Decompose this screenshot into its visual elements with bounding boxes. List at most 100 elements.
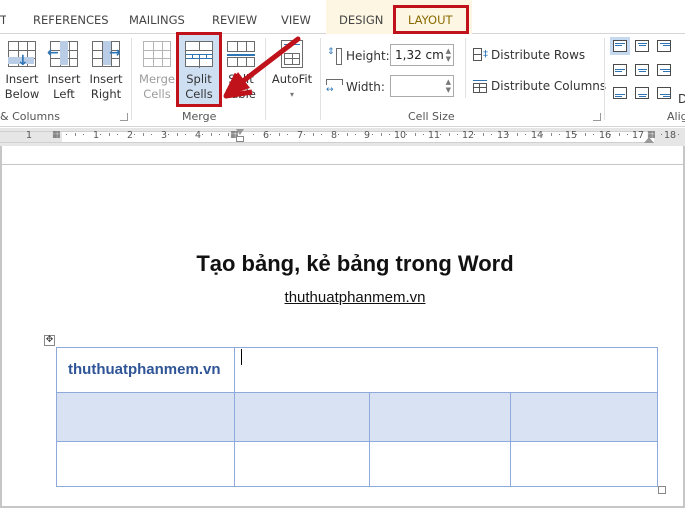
table-resize-handle-icon[interactable] xyxy=(658,486,666,494)
align-top-right-button[interactable] xyxy=(654,37,674,55)
table-cell[interactable] xyxy=(56,441,235,487)
tab-home-partial[interactable]: T xyxy=(0,0,6,34)
ruler-number: 4 xyxy=(195,130,202,141)
ruler-tick xyxy=(109,133,110,136)
align-bottom-left-button[interactable] xyxy=(610,84,630,102)
rows-columns-launcher-icon[interactable] xyxy=(120,113,128,121)
layout-tab-highlight-box xyxy=(393,5,469,34)
merge-cells-icon xyxy=(142,40,172,68)
distribute-rows-icon: ‡ xyxy=(473,48,488,62)
insert-left-label-2: Left xyxy=(53,87,75,101)
ruler-tick xyxy=(457,134,458,135)
table-cell[interactable] xyxy=(510,441,658,487)
table-cell[interactable] xyxy=(234,441,370,487)
autofit-label: AutoFit xyxy=(271,72,313,86)
right-indent-marker-icon[interactable] xyxy=(644,137,654,143)
ruler-number: 12 xyxy=(462,130,475,141)
align-center-button[interactable] xyxy=(632,61,652,79)
page-top-edge xyxy=(0,164,685,165)
ruler-tick xyxy=(202,134,203,135)
table-cell[interactable] xyxy=(369,392,511,442)
ruler-number: 13 xyxy=(497,130,510,141)
align-bottom-center-button[interactable] xyxy=(632,84,652,102)
insert-right-icon: → xyxy=(91,40,121,68)
ruler-tick xyxy=(117,134,118,135)
align-center-right-button[interactable] xyxy=(654,61,674,79)
align-center-right-icon xyxy=(657,64,671,76)
distribute-rows-button[interactable]: ‡ Distribute Rows xyxy=(473,48,585,62)
table-cell[interactable] xyxy=(234,392,370,442)
table-move-handle-icon[interactable]: ✥ xyxy=(44,335,55,346)
text-direction-partial[interactable]: D xyxy=(678,92,685,106)
row-height-icon: ⇕ xyxy=(327,48,343,66)
column-marker-icon[interactable]: ▦ xyxy=(52,130,61,140)
tab-references[interactable]: REFERENCES xyxy=(33,0,109,34)
ruler-tick xyxy=(525,134,526,135)
ruler-number: 1 xyxy=(26,130,33,141)
distribute-columns-button[interactable]: Distribute Columns xyxy=(473,79,606,93)
table-cell[interactable] xyxy=(369,441,511,487)
ribbon: ↓ Insert Below ← Insert Left → Insert Ri… xyxy=(0,34,685,127)
distribute-rows-label: Distribute Rows xyxy=(491,48,586,62)
insert-below-button[interactable]: ↓ Insert Below xyxy=(3,38,41,108)
ruler-tick xyxy=(83,134,84,135)
distribute-columns-icon xyxy=(473,79,487,93)
table-cell[interactable] xyxy=(510,392,658,442)
ruler-tick xyxy=(75,133,76,136)
page-left-edge xyxy=(0,146,2,508)
ruler-tick xyxy=(576,134,577,135)
align-top-left-button[interactable] xyxy=(610,37,630,55)
ruler-tick xyxy=(177,133,178,136)
document-title[interactable]: Tạo bảng, kẻ bảng trong Word xyxy=(0,251,685,277)
merge-cells-button[interactable]: Merge Cells xyxy=(138,38,176,108)
tab-mailings[interactable]: MAILINGS xyxy=(129,0,185,34)
table-cell[interactable]: thuthuatphanmem.vn xyxy=(56,347,235,393)
width-input[interactable]: ▲ ▼ xyxy=(390,75,454,97)
table-cell[interactable] xyxy=(234,347,658,393)
split-table-icon xyxy=(226,40,256,68)
split-cells-highlight-box xyxy=(176,32,222,107)
align-center-left-button[interactable] xyxy=(610,61,630,79)
tab-view[interactable]: VIEW xyxy=(281,0,311,34)
tab-review[interactable]: REVIEW xyxy=(212,0,257,34)
ruler-tick xyxy=(449,133,450,136)
document-subtitle-link[interactable]: thuthuatphanmem.vn xyxy=(0,289,685,306)
ruler-number: 18 xyxy=(664,130,677,141)
ruler-tick xyxy=(661,134,662,135)
indent-marker-icon[interactable] xyxy=(235,128,245,146)
split-table-label-2: Table xyxy=(226,87,256,101)
height-spinner[interactable]: ▲ ▼ xyxy=(446,47,451,63)
merge-cells-label-1: Merge xyxy=(139,72,175,86)
align-bottom-right-icon xyxy=(657,87,671,99)
width-spinner[interactable]: ▲ ▼ xyxy=(446,78,451,94)
split-table-button[interactable]: Split Table xyxy=(222,38,260,108)
align-center-left-icon xyxy=(613,64,627,76)
insert-left-button[interactable]: ← Insert Left xyxy=(45,38,83,108)
ruler-number: 1 xyxy=(93,130,100,141)
height-input[interactable]: 1,32 cm ▲ ▼ xyxy=(390,44,454,66)
height-value: 1,32 cm xyxy=(395,48,444,62)
autofit-button[interactable]: AutoFit ▾ xyxy=(270,38,314,108)
ruler-tick xyxy=(355,134,356,135)
ruler-number: 16 xyxy=(599,130,612,141)
insert-below-label-1: Insert xyxy=(5,72,39,86)
align-top-center-button[interactable] xyxy=(632,37,652,55)
ruler-number: 9 xyxy=(364,130,371,141)
ruler-tick xyxy=(347,133,348,136)
insert-left-label-1: Insert xyxy=(47,72,81,86)
insert-right-label-1: Insert xyxy=(89,72,123,86)
ruler-tick xyxy=(168,134,169,135)
cell-size-launcher-icon[interactable] xyxy=(593,113,601,121)
align-bottom-right-button[interactable] xyxy=(654,84,674,102)
ruler-tick xyxy=(593,134,594,135)
text-cursor xyxy=(241,349,242,365)
ruler-tick xyxy=(474,134,475,135)
ruler-tick xyxy=(287,134,288,135)
insert-right-button[interactable]: → Insert Right xyxy=(87,38,125,108)
table-cell[interactable] xyxy=(56,392,235,442)
ruler-tick xyxy=(185,134,186,135)
horizontal-ruler[interactable]: 1 ▦ 1 2 3 4 6 7 8 9 10 11 12 13 14 15 16 17 18 ▦ ▦ xyxy=(0,128,685,146)
align-bottom-center-icon xyxy=(635,87,649,99)
insert-below-label-2: Below xyxy=(4,87,40,101)
ruler-number: 10 xyxy=(394,130,407,141)
